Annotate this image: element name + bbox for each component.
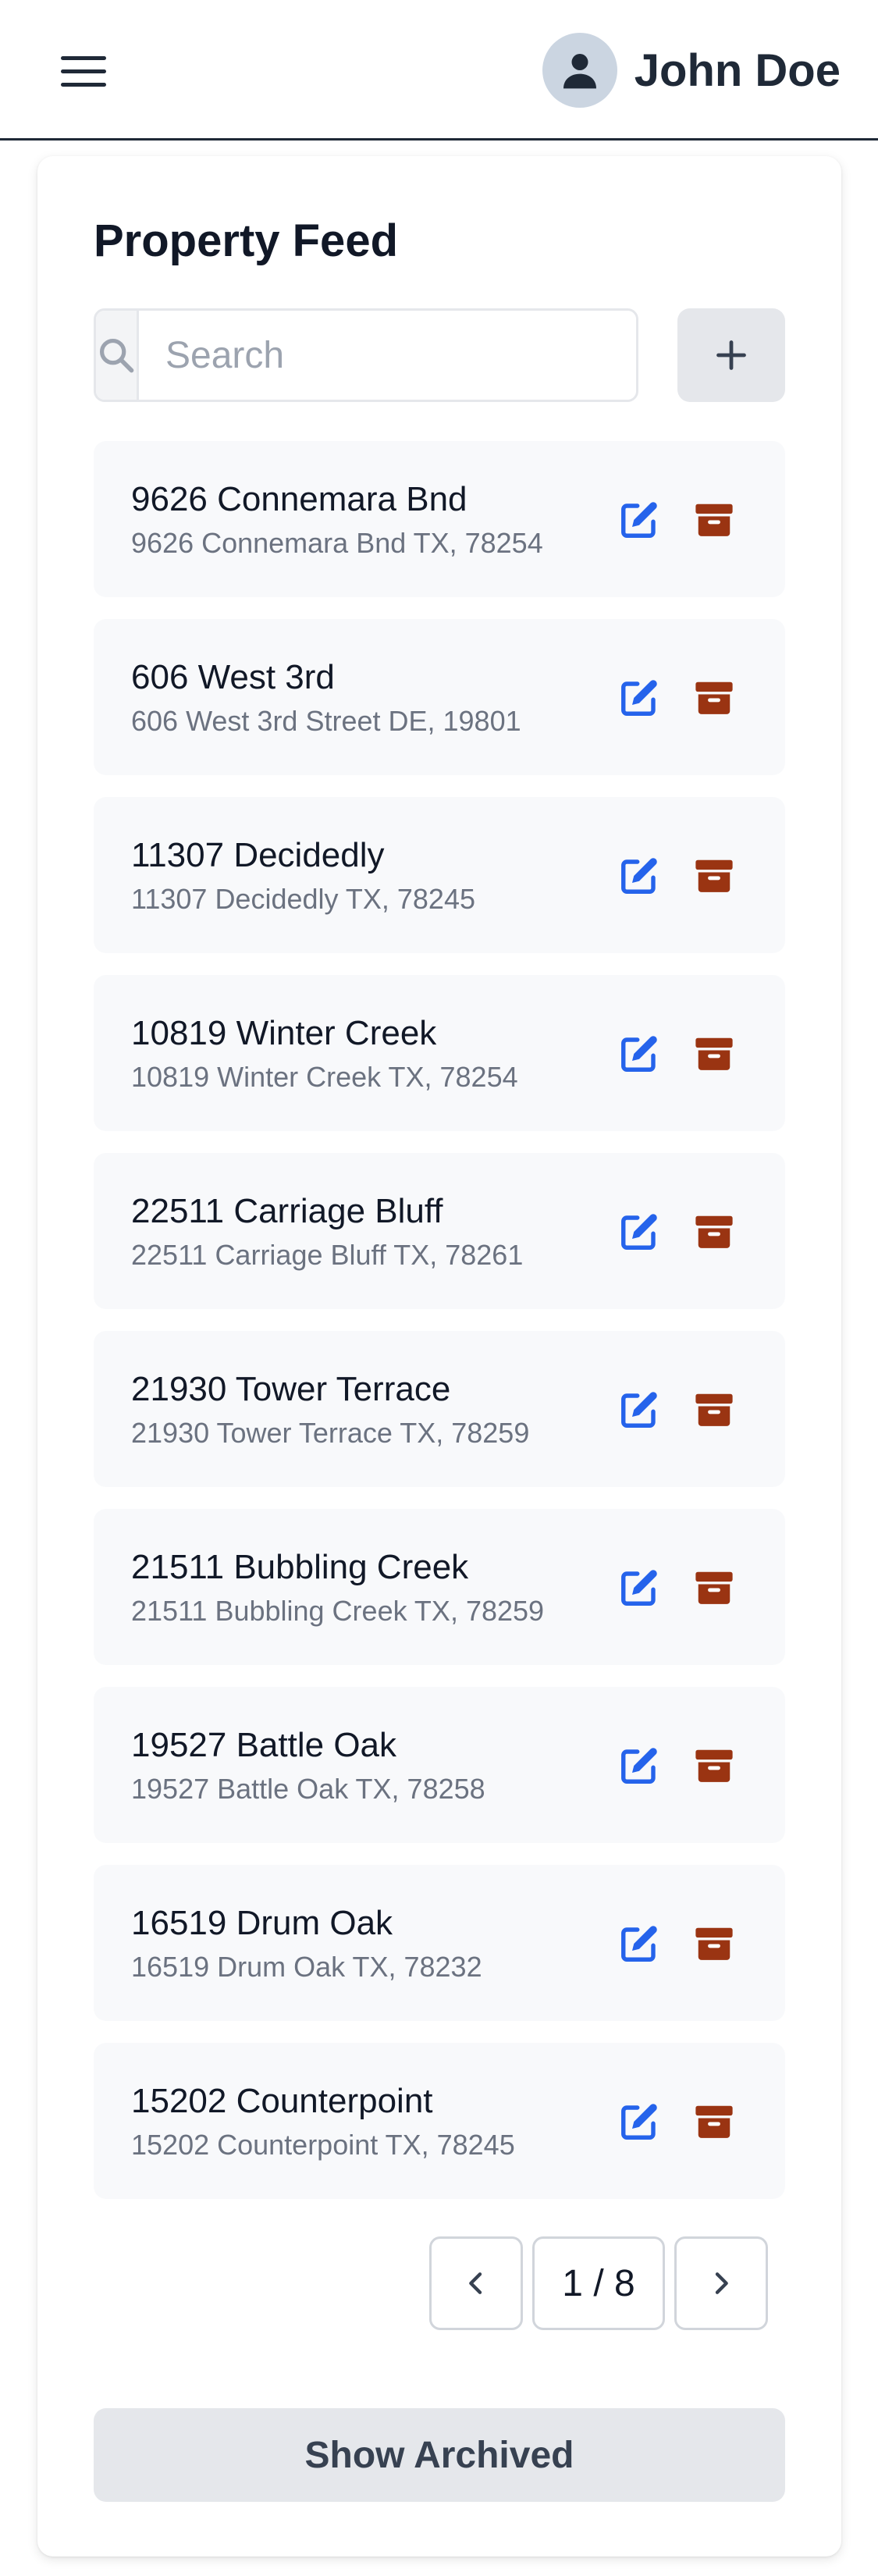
property-list-item[interactable]: 15202 Counterpoint 15202 Counterpoint TX,… [94, 2043, 785, 2199]
property-list-item[interactable]: 21930 Tower Terrace 21930 Tower Terrace T… [94, 1331, 785, 1487]
property-name: 9626 Connemara Bnd [131, 480, 467, 518]
property-feed-card: Property Feed 9626 Connemara Bnd9626 Con… [37, 156, 841, 2556]
property-list-item[interactable]: 16519 Drum Oak 16519 Drum Oak TX, 78232 [94, 1865, 785, 2021]
property-address: 22511 Carriage Bluff TX, 78261 [131, 1239, 524, 1271]
user-profile[interactable]: John Doe [542, 33, 841, 108]
edit-icon[interactable] [618, 677, 660, 719]
search-box [94, 308, 638, 402]
property-list-item[interactable]: 21511 Bubbling Creek 21511 Bubbling Creek… [94, 1509, 785, 1665]
page-status: 1 / 8 [532, 2236, 665, 2330]
edit-icon[interactable] [618, 1033, 660, 1075]
next-page-button[interactable] [674, 2236, 768, 2330]
plus-icon [716, 340, 746, 370]
property-list-item[interactable]: 606 West 3rd 606 West 3rd Street DE, 1980… [94, 619, 785, 775]
edit-icon[interactable] [618, 1745, 660, 1787]
pagination: 1 / 8 [429, 2236, 768, 2330]
property-list-item[interactable]: 11307 Decidedly 11307 Decidedly TX, 78245 [94, 797, 785, 953]
archive-icon[interactable] [693, 1923, 735, 1965]
page-title: Property Feed [94, 215, 398, 266]
user-name: John Doe [634, 44, 841, 96]
archive-icon[interactable] [693, 1211, 735, 1253]
property-address: 10819 Winter Creek TX, 78254 [131, 1061, 518, 1093]
property-name: 15202 Counterpoint [131, 2082, 433, 2120]
edit-icon[interactable] [618, 1389, 660, 1431]
add-property-button[interactable] [677, 308, 785, 402]
property-list-item[interactable]: 9626 Connemara Bnd 9626 Connemara Bnd TX,… [94, 441, 785, 597]
archive-icon[interactable] [693, 1745, 735, 1787]
property-address: 11307 Decidedly TX, 78245 [131, 883, 475, 915]
archive-icon[interactable] [693, 1033, 735, 1075]
property-address: 9626 Connemara Bnd TX, 78254 [131, 527, 543, 559]
previous-page-button[interactable] [429, 2236, 523, 2330]
archive-icon[interactable] [693, 1389, 735, 1431]
property-name: 22511 Carriage Bluff [131, 1192, 443, 1230]
property-address: 21511 Bubbling Creek TX, 78259 [131, 1595, 545, 1627]
edit-icon[interactable] [618, 499, 660, 541]
archive-icon[interactable] [693, 855, 735, 897]
property-name: 16519 Drum Oak [131, 1904, 393, 1942]
property-list-item[interactable]: 19527 Battle Oak 19527 Battle Oak TX, 782… [94, 1687, 785, 1843]
property-name: 11307 Decidedly [131, 836, 385, 874]
chevron-left-icon [469, 2272, 482, 2294]
property-name: 606 West 3rd [131, 658, 335, 696]
archive-icon[interactable] [693, 499, 735, 541]
property-address: 19527 Battle Oak TX, 78258 [131, 1773, 485, 1805]
hamburger-menu-icon[interactable] [61, 56, 106, 87]
edit-icon[interactable] [618, 2101, 660, 2143]
property-address: 16519 Drum Oak TX, 78232 [131, 1951, 482, 1983]
archive-icon[interactable] [693, 677, 735, 719]
property-list: 9626 Connemara Bnd 9626 Connemara Bnd TX,… [94, 441, 785, 2221]
archive-icon[interactable] [693, 1567, 735, 1609]
property-name: 21930 Tower Terrace [131, 1370, 451, 1408]
user-avatar-icon [542, 33, 617, 108]
chevron-right-icon [715, 2272, 728, 2294]
show-archived-button[interactable]: Show Archived [94, 2408, 785, 2502]
edit-icon[interactable] [618, 1211, 660, 1253]
property-address: 21930 Tower Terrace TX, 78259 [131, 1417, 530, 1449]
search-input[interactable] [139, 311, 636, 400]
search-icon [96, 311, 139, 400]
edit-icon[interactable] [618, 855, 660, 897]
property-address: 606 West 3rd Street DE, 19801 [131, 705, 521, 737]
property-list-item[interactable]: 10819 Winter Creek 10819 Winter Creek TX,… [94, 975, 785, 1131]
edit-icon[interactable] [618, 1567, 660, 1609]
top-bar: John Doe [0, 0, 878, 141]
property-list-item[interactable]: 22511 Carriage Bluff 22511 Carriage Bluff… [94, 1153, 785, 1309]
archive-icon[interactable] [693, 2101, 735, 2143]
property-name: 21511 Bubbling Creek [131, 1548, 469, 1586]
property-name: 19527 Battle Oak [131, 1726, 397, 1764]
property-address: 15202 Counterpoint TX, 78245 [131, 2129, 515, 2161]
edit-icon[interactable] [618, 1923, 660, 1965]
property-name: 10819 Winter Creek [131, 1014, 437, 1052]
